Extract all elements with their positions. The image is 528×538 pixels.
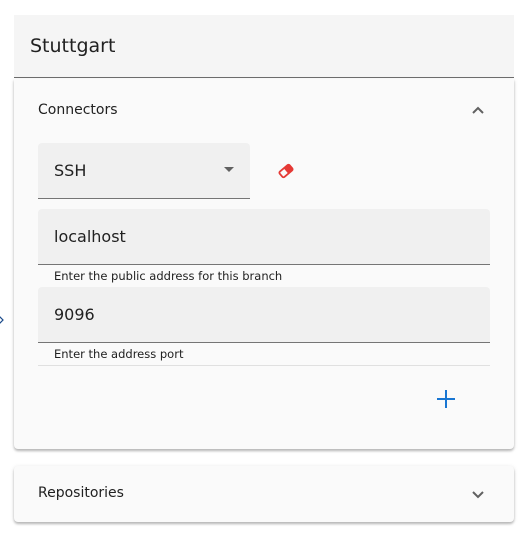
connector-type-value: SSH [54, 161, 87, 180]
repositories-panel-label: Repositories [38, 485, 124, 501]
plus-icon[interactable] [434, 387, 458, 411]
address-port-field[interactable] [38, 287, 490, 343]
public-address-field[interactable] [38, 209, 490, 265]
public-address-hint: Enter the public address for this branch [54, 269, 283, 283]
arrow-drop-down-icon [224, 167, 234, 172]
connectors-panel: Connectors SSH Enter the public address … [14, 79, 514, 449]
chevron-down-icon[interactable] [471, 488, 485, 502]
title-bar: Stuttgart [14, 15, 514, 78]
eraser-icon[interactable] [276, 161, 296, 181]
arrow-right-icon [0, 316, 4, 324]
connectors-panel-label: Connectors [38, 102, 118, 118]
address-port-input[interactable] [38, 287, 490, 342]
page: Stuttgart Connectors SSH Enter the publi… [0, 0, 528, 538]
page-title: Stuttgart [30, 35, 116, 57]
chevron-up-icon[interactable] [471, 103, 485, 117]
public-address-input[interactable] [38, 209, 490, 264]
address-port-hint: Enter the address port [54, 347, 184, 361]
repositories-panel-header[interactable]: Repositories [38, 482, 498, 506]
connectors-panel-header[interactable]: Connectors [38, 99, 498, 123]
connector-type-select[interactable]: SSH [38, 143, 250, 199]
divider [38, 365, 490, 366]
repositories-panel: Repositories [14, 466, 514, 522]
